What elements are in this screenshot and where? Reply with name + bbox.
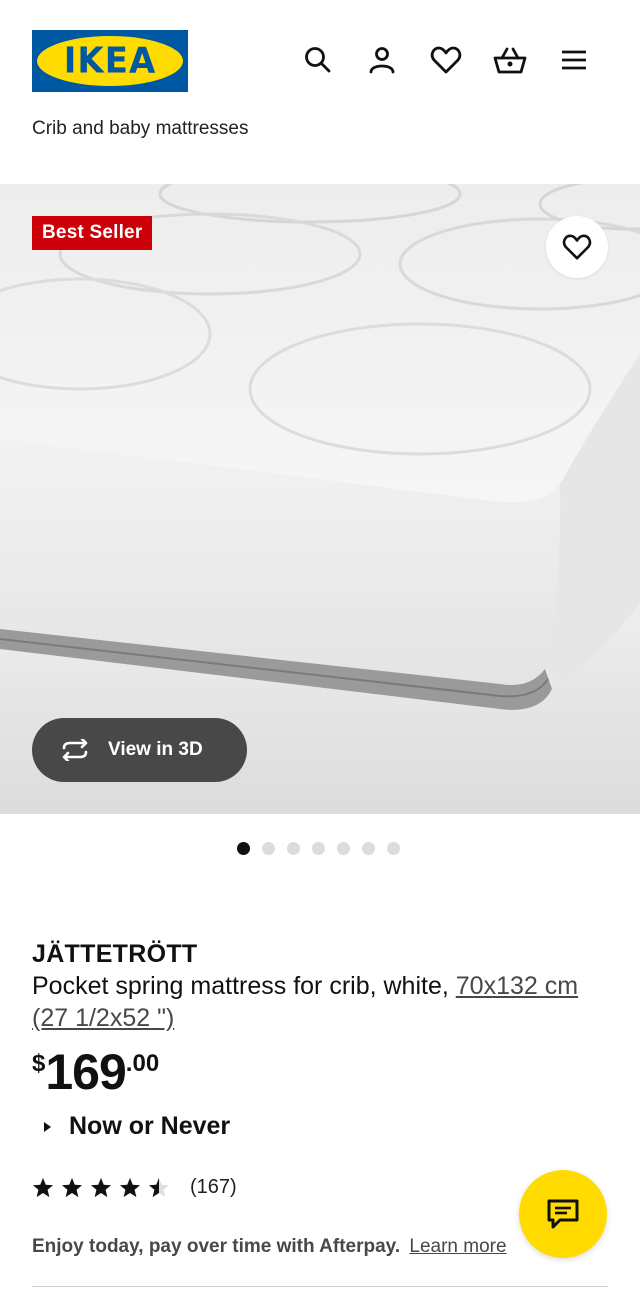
now-or-never-toggle[interactable]: Now or Never: [44, 1112, 230, 1141]
breadcrumb[interactable]: Crib and baby mattresses: [32, 118, 249, 140]
product-description-text: Pocket spring mattress for crib, white,: [32, 972, 449, 1000]
carousel-dot[interactable]: [312, 842, 325, 855]
review-count: (167): [190, 1176, 237, 1198]
chat-icon: [547, 1199, 579, 1229]
carousel-dot[interactable]: [337, 842, 350, 855]
carousel-dot[interactable]: [262, 842, 275, 855]
price-integer: 169: [45, 1044, 126, 1100]
view-in-3d-button[interactable]: View in 3D: [32, 718, 247, 782]
view-in-3d-label: View in 3D: [108, 739, 203, 760]
hamburger-menu-icon[interactable]: [556, 42, 592, 78]
carousel-dot[interactable]: [287, 842, 300, 855]
logo-ellipse: IKEA: [37, 36, 183, 86]
divider: [32, 1286, 608, 1287]
search-icon[interactable]: [300, 42, 336, 78]
heart-icon[interactable]: [428, 42, 464, 78]
heart-icon: [562, 234, 592, 260]
star-half-icon: [148, 1177, 170, 1198]
price-decimal: .00: [125, 1050, 160, 1077]
promo-label: Now or Never: [69, 1112, 231, 1140]
header-nav: [300, 42, 592, 78]
star-full-icon: [119, 1177, 141, 1198]
product-price: $ 169 .00: [32, 1042, 159, 1102]
carousel-dot[interactable]: [237, 842, 250, 855]
favorite-button[interactable]: [546, 216, 608, 278]
afterpay-learn-more-link[interactable]: Learn more: [409, 1236, 506, 1257]
rotate-3d-icon: [58, 738, 94, 762]
afterpay-info: Enjoy today, pay over time with Afterpay…: [32, 1236, 507, 1258]
shopping-bag-icon[interactable]: [492, 42, 528, 78]
header: IKEA: [0, 0, 640, 110]
carousel-dot[interactable]: [387, 842, 400, 855]
carousel-dots: [237, 842, 400, 855]
logo-text: IKEA: [63, 40, 157, 82]
rating-stars: [32, 1177, 170, 1198]
best-seller-badge: Best Seller: [32, 216, 153, 250]
rating-summary[interactable]: (167): [32, 1176, 237, 1199]
chat-button[interactable]: [519, 1170, 607, 1258]
price-currency: $: [32, 1050, 46, 1077]
carousel-dot[interactable]: [362, 842, 375, 855]
product-page: IKEA Crib and baby mattresses Best Selle…: [0, 0, 640, 1291]
afterpay-text: Enjoy today, pay over time with Afterpay…: [32, 1236, 401, 1257]
product-image[interactable]: Best Seller View in 3D: [0, 184, 640, 814]
star-full-icon: [90, 1177, 112, 1198]
product-description: Pocket spring mattress for crib, white, …: [32, 970, 592, 1034]
product-name: JÄTTETRÖTT: [32, 940, 198, 968]
ikea-logo[interactable]: IKEA: [32, 30, 188, 92]
star-full-icon: [32, 1177, 54, 1198]
user-icon[interactable]: [364, 42, 400, 78]
star-full-icon: [61, 1177, 83, 1198]
caret-right-icon: [44, 1121, 51, 1132]
